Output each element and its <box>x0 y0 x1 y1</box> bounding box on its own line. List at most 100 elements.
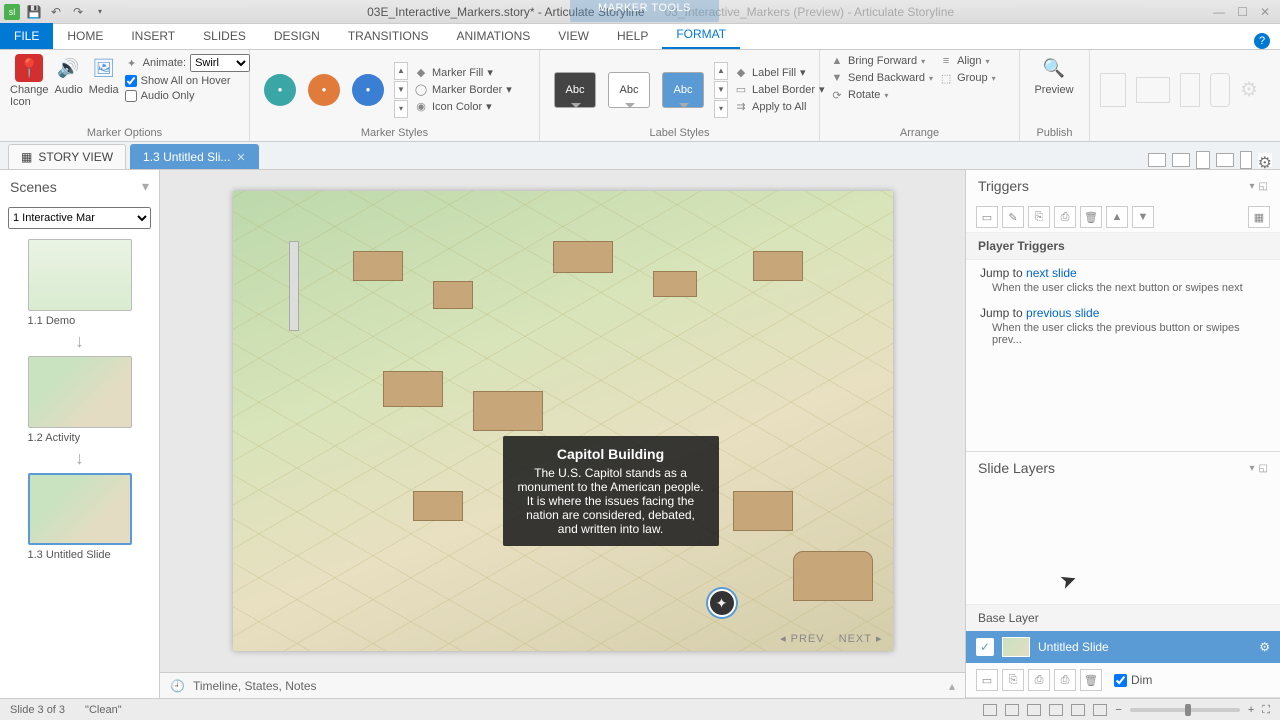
tab-design[interactable]: DESIGN <box>260 23 334 49</box>
save-icon[interactable]: 💾 <box>26 4 42 20</box>
trigger-link-previous-slide[interactable]: previous slide <box>1026 306 1099 320</box>
new-layer-icon[interactable]: ▭ <box>976 669 998 691</box>
media-button[interactable]: 🖼 Media <box>89 54 119 96</box>
gear-icon[interactable]: ⚙ <box>1240 77 1258 102</box>
icon-color-button[interactable]: ◉Icon Color▾ <box>414 100 512 114</box>
trigger-item-next[interactable]: Jump to next slide When the user clicks … <box>966 260 1280 300</box>
gallery-down-icon[interactable]: ▼ <box>394 81 408 99</box>
tab-animations[interactable]: ANIMATIONS <box>443 23 545 49</box>
viewport-tablet-portrait-icon[interactable] <box>1196 151 1210 169</box>
timeline-panel-header[interactable]: 🕘 Timeline, States, Notes ▴ <box>160 672 965 698</box>
duplicate-layer-icon[interactable]: ⎘ <box>1002 669 1024 691</box>
tab-help[interactable]: HELP <box>603 23 662 49</box>
label-fill-button[interactable]: ◆Label Fill▾ <box>734 66 825 80</box>
zoom-in-icon[interactable]: + <box>1248 704 1254 716</box>
view-mode-2-icon[interactable] <box>1005 704 1019 716</box>
audio-button[interactable]: 🔊 Audio <box>55 54 83 96</box>
move-up-icon[interactable]: ▲ <box>1106 206 1128 228</box>
tab-transitions[interactable]: TRANSITIONS <box>334 23 443 49</box>
label-style-gallery[interactable]: Abc Abc Abc <box>550 66 708 114</box>
collapse-icon[interactable]: ▾ <box>1250 181 1255 192</box>
copy-layer-icon[interactable]: ⎙ <box>1028 669 1050 691</box>
expand-icon[interactable]: ▴ <box>949 679 955 693</box>
edit-trigger-icon[interactable]: ✎ <box>1002 206 1024 228</box>
view-mode-3-icon[interactable] <box>1027 704 1041 716</box>
paste-trigger-icon[interactable]: ⎙ <box>1054 206 1076 228</box>
thumb-1-2[interactable]: 1.2 Activity <box>28 356 132 452</box>
align-button[interactable]: ≡Align▾ <box>939 54 996 68</box>
popout-icon[interactable]: ◱ <box>1259 181 1268 192</box>
group-button[interactable]: ⬚Group▾ <box>939 71 996 85</box>
redo-icon[interactable]: ↷ <box>70 4 86 20</box>
fit-icon[interactable]: ⛶ <box>1262 704 1270 716</box>
slide-stage[interactable]: Capitol Building The U.S. Capitol stands… <box>233 191 893 651</box>
send-backward-button[interactable]: ▼Send Backward▾ <box>830 71 933 85</box>
paste-layer-icon[interactable]: ⎙ <box>1054 669 1076 691</box>
dim-checkbox[interactable] <box>1114 674 1127 687</box>
tab-home[interactable]: HOME <box>53 23 117 49</box>
story-view-tab[interactable]: ▦STORY VIEW <box>8 144 126 169</box>
tab-insert[interactable]: INSERT <box>117 23 189 49</box>
viewport-phone-landscape-icon[interactable] <box>1216 153 1234 167</box>
delete-trigger-icon[interactable]: 🗑 <box>1080 206 1102 228</box>
view-mode-6-icon[interactable] <box>1093 704 1107 716</box>
delete-layer-icon[interactable]: 🗑 <box>1080 669 1102 691</box>
close-window-icon[interactable]: ✕ <box>1260 5 1270 19</box>
variables-icon[interactable]: ▦ <box>1248 206 1270 228</box>
view-mode-5-icon[interactable] <box>1071 704 1085 716</box>
viewport-desktop-icon[interactable] <box>1148 153 1166 167</box>
change-icon-button[interactable]: 📍 Change Icon <box>10 54 49 108</box>
preview-button[interactable]: 🔍Preview <box>1030 54 1078 96</box>
view-mode-4-icon[interactable] <box>1049 704 1063 716</box>
collapse-icon[interactable]: ▾ <box>1250 463 1255 474</box>
base-layer-row[interactable]: ✓ Untitled Slide ⚙ <box>966 631 1280 663</box>
view-mode-1-icon[interactable] <box>983 704 997 716</box>
minimize-icon[interactable]: — <box>1213 5 1225 19</box>
viewport-phone-portrait-icon[interactable] <box>1240 151 1252 169</box>
next-button[interactable]: NEXT ▸ <box>839 632 883 645</box>
rotate-button[interactable]: ⟳Rotate▾ <box>830 88 933 102</box>
trigger-link-next-slide[interactable]: next slide <box>1026 266 1077 280</box>
tab-view[interactable]: VIEW <box>544 23 603 49</box>
copy-trigger-icon[interactable]: ⎘ <box>1028 206 1050 228</box>
thumb-1-1[interactable]: 1.1 Demo <box>28 239 132 335</box>
gallery-up-icon[interactable]: ▲ <box>394 62 408 80</box>
bring-forward-button[interactable]: ▲Bring Forward▾ <box>830 54 933 68</box>
slide-layers-panel: Slide Layers▾◱ Base Layer ✓ Untitled Sli… <box>966 452 1280 698</box>
help-icon[interactable]: ? <box>1254 33 1270 49</box>
tab-slides[interactable]: SLIDES <box>189 23 260 49</box>
zoom-slider[interactable] <box>1130 708 1240 712</box>
audio-only-checkbox[interactable] <box>125 90 137 102</box>
tab-file[interactable]: FILE <box>0 23 53 49</box>
move-down-icon[interactable]: ▼ <box>1132 206 1154 228</box>
close-tab-icon[interactable]: ✕ <box>236 151 245 164</box>
collapse-icon[interactable]: ▾ <box>142 178 149 195</box>
scene-select[interactable]: 1 Interactive Mar <box>8 207 151 229</box>
marker-style-gallery[interactable] <box>260 68 388 112</box>
qat-more-icon[interactable]: ▾ <box>92 4 108 20</box>
marker-capitol-building[interactable]: ✦ <box>708 589 736 617</box>
animate-select[interactable]: Swirl <box>190 54 250 72</box>
settings-icon[interactable]: ⚙ <box>1258 153 1272 167</box>
layer-settings-icon[interactable]: ⚙ <box>1259 640 1270 654</box>
callout-title: Capitol Building <box>515 446 707 462</box>
new-trigger-icon[interactable]: ▭ <box>976 206 998 228</box>
marker-fill-button[interactable]: ◆Marker Fill▾ <box>414 66 512 80</box>
marker-border-button[interactable]: ◯Marker Border▾ <box>414 83 512 97</box>
show-all-checkbox[interactable] <box>125 75 137 87</box>
slide-tab[interactable]: 1.3 Untitled Sli...✕ <box>130 144 259 169</box>
label-border-button[interactable]: ▭Label Border▾ <box>734 83 825 97</box>
undo-icon[interactable]: ↶ <box>48 4 64 20</box>
gallery-more-icon[interactable]: ▾ <box>394 100 408 118</box>
apply-all-button[interactable]: ⇉Apply to All <box>734 100 825 114</box>
maximize-icon[interactable]: ☐ <box>1237 5 1248 19</box>
trigger-item-prev[interactable]: Jump to previous slide When the user cli… <box>966 300 1280 352</box>
viewport-tablet-landscape-icon[interactable] <box>1172 153 1190 167</box>
ribbon: 📍 Change Icon 🔊 Audio 🖼 Media ✦Animate:S… <box>0 50 1280 142</box>
thumb-1-3[interactable]: 1.3 Untitled Slide <box>28 473 132 569</box>
tab-format[interactable]: FORMAT <box>662 21 740 49</box>
popout-icon[interactable]: ◱ <box>1259 463 1268 474</box>
visibility-toggle-icon[interactable]: ✓ <box>976 638 994 656</box>
prev-button[interactable]: ◂ PREV <box>780 632 825 645</box>
zoom-out-icon[interactable]: − <box>1115 704 1121 716</box>
